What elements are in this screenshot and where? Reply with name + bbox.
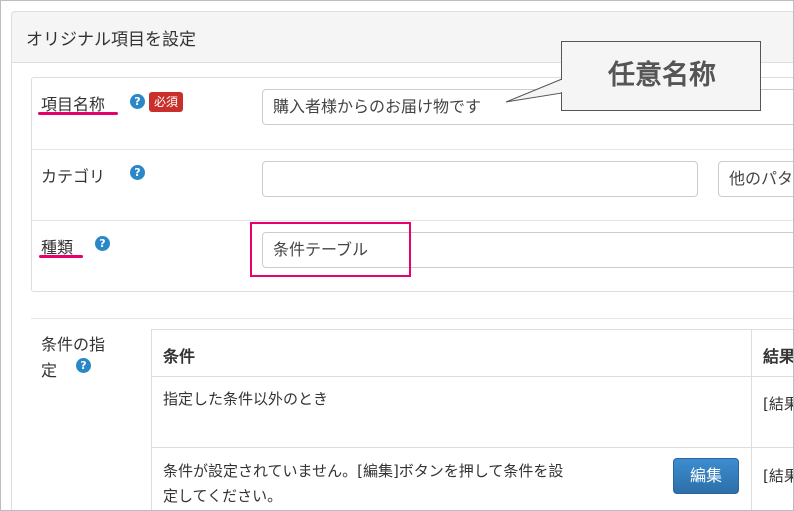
settings-window: オリジナル項目を設定 項目名称 ? 必須 購入者様からのお届け物です カテゴリ … xyxy=(0,0,794,511)
callout-box: 任意名称 xyxy=(561,41,761,111)
row-divider xyxy=(31,220,793,221)
panel-title: オリジナル項目を設定 xyxy=(26,30,196,50)
table-cell-result: [結果 xyxy=(763,395,793,413)
row-divider xyxy=(31,149,793,150)
table-header-divider xyxy=(151,376,793,377)
table-cell-condition: 指定した条件以外のとき xyxy=(163,390,329,408)
column-divider xyxy=(751,329,752,510)
table-cell-condition-line1: 条件が設定されていません。[編集]ボタンを押して条件を設 xyxy=(163,462,564,480)
column-header-condition: 条件 xyxy=(163,347,196,366)
category-input[interactable] xyxy=(262,161,698,197)
conditions-label-line1: 条件の指 xyxy=(41,335,106,354)
type-underline xyxy=(39,255,83,258)
callout-text: 任意名称 xyxy=(608,60,716,91)
table-cell-result: [結果 xyxy=(763,467,793,485)
help-icon[interactable]: ? xyxy=(95,236,110,251)
other-pattern-select[interactable]: 他のパタ xyxy=(718,161,793,197)
column-header-result: 結果 xyxy=(763,347,794,366)
edit-button[interactable]: 編集 xyxy=(673,458,739,494)
table-cell-condition-line2: 定してください。 xyxy=(163,487,283,505)
help-icon[interactable]: ? xyxy=(130,165,145,180)
category-label: カテゴリ xyxy=(41,167,106,186)
item-name-underline xyxy=(38,112,118,115)
required-badge: 必須 xyxy=(149,92,184,112)
section-divider xyxy=(31,318,793,319)
type-highlight xyxy=(250,222,411,277)
conditions-label-line2: 定 xyxy=(41,361,58,380)
help-icon[interactable]: ? xyxy=(130,94,145,109)
help-icon[interactable]: ? xyxy=(76,358,91,373)
table-row-divider xyxy=(151,447,793,448)
